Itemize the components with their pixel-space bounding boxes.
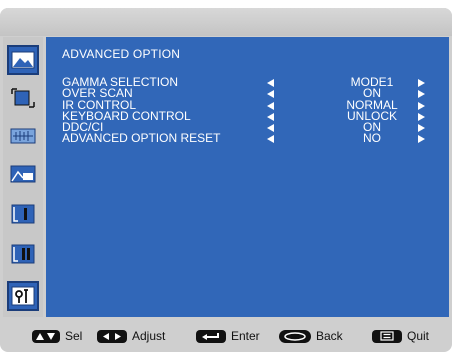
arrow-left-icon[interactable] xyxy=(267,101,274,110)
advanced-option-icon xyxy=(11,286,35,306)
sidebar-item-audio[interactable] xyxy=(7,121,39,151)
enter-key-icon xyxy=(196,329,226,343)
arrow-left-icon[interactable] xyxy=(267,90,274,99)
arrow-right-icon[interactable] xyxy=(418,112,425,121)
left-right-key-icon xyxy=(97,329,127,343)
arrow-right-icon[interactable] xyxy=(418,79,425,87)
option-row-advanced-option-reset[interactable]: ADVANCED OPTION RESET NO xyxy=(62,131,442,146)
hint-sel: Sel xyxy=(32,329,82,343)
arrow-left-icon[interactable] xyxy=(267,79,274,87)
up-down-key-icon xyxy=(32,329,60,343)
option-list: GAMMA SELECTION MODE1 OVER SCAN ON IR CO… xyxy=(62,76,442,146)
hint-enter-label: Enter xyxy=(231,329,260,343)
config1-icon xyxy=(11,204,35,224)
arrow-left-icon[interactable] xyxy=(267,112,274,121)
arrow-left-icon[interactable] xyxy=(267,124,274,133)
menu-title: ADVANCED OPTION xyxy=(62,47,181,61)
key-hint-bar: Sel Adjust Enter Back Quit xyxy=(0,318,452,352)
hint-sel-label: Sel xyxy=(65,329,83,343)
hint-adjust-label: Adjust xyxy=(132,329,166,343)
hint-adjust: Adjust xyxy=(97,329,165,343)
osd-top-bar xyxy=(0,8,452,36)
arrow-left-icon[interactable] xyxy=(267,135,274,144)
hint-back-label: Back xyxy=(316,329,343,343)
sidebar-item-config2[interactable] xyxy=(7,239,39,269)
config2-icon xyxy=(11,244,35,264)
hint-quit: Quit xyxy=(372,329,429,343)
sidebar-item-pip[interactable] xyxy=(7,159,39,189)
arrow-right-icon[interactable] xyxy=(418,90,425,99)
sidebar-item-advanced-option[interactable] xyxy=(7,281,39,311)
hint-back: Back xyxy=(279,329,343,343)
arrow-right-icon[interactable] xyxy=(418,124,425,133)
screen-adjust-icon xyxy=(11,88,35,108)
sidebar-item-config1[interactable] xyxy=(7,199,39,229)
audio-icon xyxy=(10,128,36,144)
sidebar xyxy=(3,37,43,317)
menu-key-icon xyxy=(372,329,402,343)
pip-icon xyxy=(10,165,36,183)
advanced-option-panel: ADVANCED OPTION GAMMA SELECTION MODE1 OV… xyxy=(46,37,449,317)
sidebar-item-screen[interactable] xyxy=(7,83,39,113)
arrow-right-icon[interactable] xyxy=(418,135,425,144)
option-label: ADVANCED OPTION RESET xyxy=(62,131,221,146)
back-key-icon xyxy=(279,329,311,343)
picture-icon xyxy=(11,51,35,69)
sidebar-item-picture[interactable] xyxy=(7,45,39,75)
hint-quit-label: Quit xyxy=(407,329,430,343)
arrow-right-icon[interactable] xyxy=(418,101,425,110)
option-row-keyboard-control[interactable]: KEYBOARD CONTROL UNLOCK xyxy=(62,110,442,122)
hint-enter: Enter xyxy=(196,329,260,343)
